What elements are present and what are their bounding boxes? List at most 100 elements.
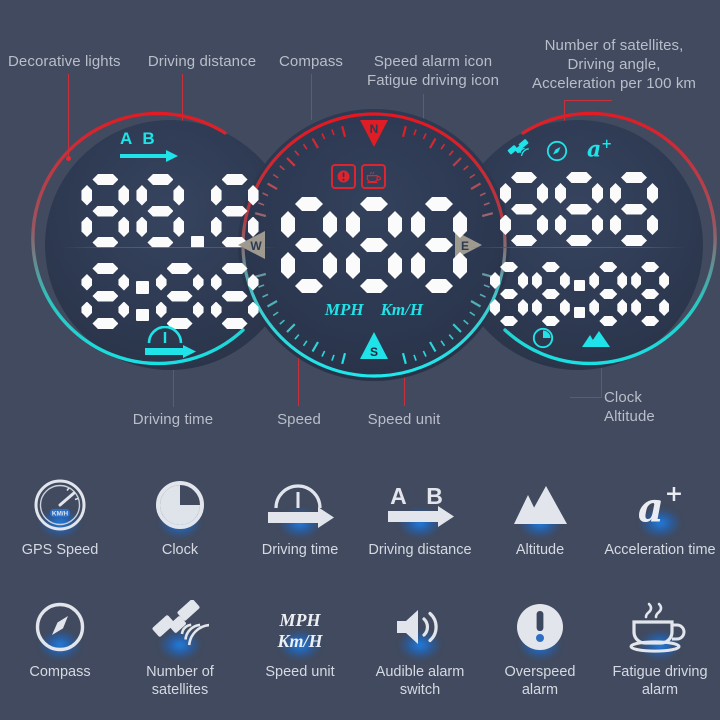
legend-item-clock[interactable]: Clock <box>120 470 240 559</box>
leader-dot <box>66 156 71 161</box>
segment-g <box>542 289 560 299</box>
segment-a <box>566 172 592 183</box>
segment-c <box>248 302 259 319</box>
leader-compass <box>311 74 312 120</box>
segment-e <box>281 252 295 279</box>
legend-item-fatigue-driving[interactable]: Fatigue driving alarm <box>600 592 720 699</box>
satellite-icon <box>151 592 209 660</box>
seven-segment-digit <box>136 174 184 248</box>
speed-unit-icon-text-mph: MPH <box>279 610 321 630</box>
segment-b <box>118 185 129 206</box>
segment-f <box>281 211 295 238</box>
leader-speed-unit <box>404 316 405 406</box>
legend-item-driving-distance[interactable]: A B Driving distance <box>360 470 480 559</box>
segment-d <box>621 235 647 246</box>
compass-west-marker: W <box>238 231 265 259</box>
segment-c <box>537 215 548 236</box>
seven-segment-digit <box>589 262 626 326</box>
segment-d <box>425 279 453 293</box>
seven-segment-digit <box>490 262 527 326</box>
segment-d <box>641 316 659 326</box>
legend-item-speed-unit[interactable]: MPH Km/H Speed unit <box>240 592 360 699</box>
legend-item-overspeed-alarm[interactable]: Overspeed alarm <box>480 592 600 699</box>
segment-b <box>323 211 337 238</box>
segment-b <box>617 272 627 289</box>
segment-b <box>193 274 204 291</box>
segment-g <box>500 289 518 299</box>
right-bottom-value <box>490 258 668 330</box>
callout-satellites: Number of satellites, Driving angle, Acc… <box>531 37 697 92</box>
altitude-icon <box>582 331 610 347</box>
legend-label: GPS Speed <box>21 542 99 558</box>
callout-clock-altitude: Clock Altitude <box>604 389 655 425</box>
legend-item-compass[interactable]: Compass <box>0 592 120 699</box>
svg-text:S: S <box>370 345 378 359</box>
segment-c <box>193 302 204 319</box>
legend-item-driving-time[interactable]: Driving time <box>240 470 360 559</box>
legend-item-altitude[interactable]: Altitude <box>480 470 600 559</box>
segment-g <box>425 238 453 252</box>
segment-d <box>511 235 537 246</box>
fatigue-driving-icon <box>361 164 386 189</box>
segment-g <box>360 238 388 252</box>
left-driving-time-value <box>78 258 262 334</box>
segment-e <box>589 299 599 316</box>
hud-product-diagram: Decorative lights Driving distance Compa… <box>0 0 720 720</box>
segment-e <box>156 302 167 319</box>
segment-a <box>542 262 560 272</box>
seven-segment-digit <box>81 174 129 248</box>
legend-item-satellites[interactable]: Number of satellites <box>120 592 240 699</box>
segment-b <box>647 183 658 204</box>
segment-f <box>411 211 425 238</box>
segment-e <box>81 217 92 238</box>
segment-a <box>641 262 659 272</box>
segment-e <box>532 299 542 316</box>
segment-c <box>617 299 627 316</box>
segment-f <box>136 185 147 206</box>
segment-f <box>211 274 222 291</box>
segment-g <box>222 206 248 217</box>
seven-segment-digit <box>555 172 603 246</box>
segment-b <box>248 185 259 206</box>
acceleration-icon-sup: + <box>664 480 684 507</box>
driving-time-icon <box>264 470 336 538</box>
segment-a <box>222 174 248 185</box>
seven-segment-digit <box>156 263 204 329</box>
overspeed-alarm-icon <box>513 592 567 660</box>
gps-speed-icon: KM/H <box>33 470 87 538</box>
segment-a <box>425 197 453 211</box>
segment-a <box>222 263 248 274</box>
segment-b <box>118 274 129 291</box>
legend-row-1: KM/H GPS Speed Clock Driving time A B Dr… <box>0 470 720 559</box>
left-ab-icon: A B <box>120 130 180 163</box>
gps-icon-text: KM/H <box>52 510 69 517</box>
legend-label: Clock <box>161 542 199 558</box>
compass-icon <box>546 140 568 162</box>
segment-e <box>411 252 425 279</box>
segment-f <box>500 183 511 204</box>
compass-south-marker: S <box>360 332 388 359</box>
segment-e <box>81 302 92 319</box>
speed-unit-icon-text-kmh: Km/H <box>277 631 323 651</box>
segment-c <box>453 252 467 279</box>
segment-a <box>147 174 173 185</box>
segment-b <box>453 211 467 238</box>
segment-b <box>560 272 570 289</box>
svg-text:N: N <box>370 122 379 136</box>
seven-segment-digit <box>411 197 467 293</box>
segment-f <box>610 183 621 204</box>
altitude-icon <box>509 470 571 538</box>
segment-b <box>173 185 184 206</box>
segment-e <box>346 252 360 279</box>
callout-decorative-lights: Decorative lights <box>8 53 121 70</box>
segment-f <box>490 272 500 289</box>
legend-item-audible-alarm[interactable]: Audible alarm switch <box>360 592 480 699</box>
segment-b <box>388 211 402 238</box>
legend-label: Driving distance <box>368 542 472 558</box>
segment-e <box>490 299 500 316</box>
segment-a <box>295 197 323 211</box>
segment-d <box>360 279 388 293</box>
legend-item-gps-speed[interactable]: KM/H GPS Speed <box>0 470 120 559</box>
overspeed-alarm-icon <box>331 164 356 189</box>
legend-item-acceleration-time[interactable]: a+ Acceleration time <box>600 470 720 559</box>
